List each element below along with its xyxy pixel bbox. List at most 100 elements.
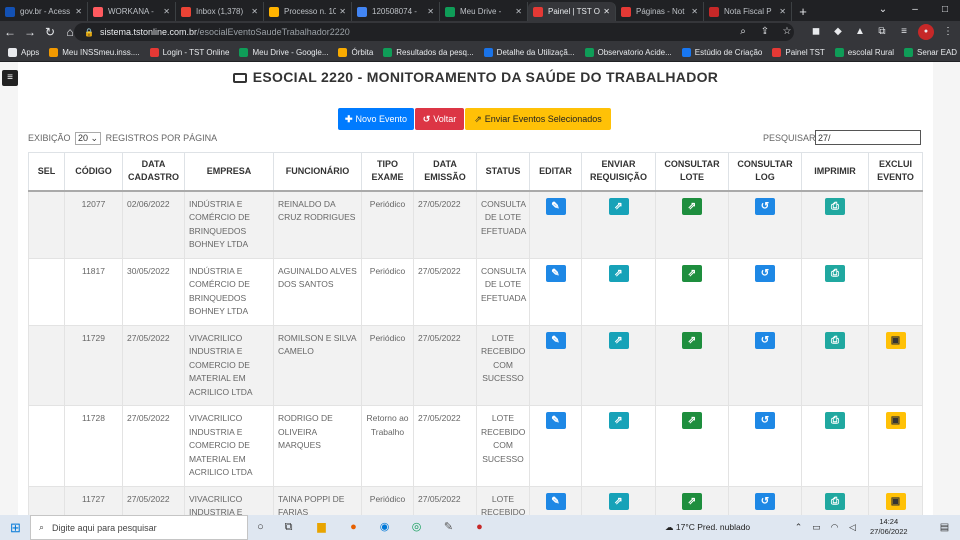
column-header[interactable]: STATUS [476, 152, 530, 192]
column-header[interactable]: EXCLUI EVENTO [868, 152, 923, 192]
url-field[interactable]: 🔒 sistema.tstonline.com.br/esocialEvento… [74, 23, 794, 41]
column-header[interactable]: IMPRIMIR [801, 152, 869, 192]
bookmark-item[interactable]: Observatorio Acide... [584, 47, 672, 57]
consult-lote-button[interactable]: ⇗ [682, 492, 702, 510]
bookmark-item[interactable]: Detalhe da Utilizaçã... [483, 47, 575, 57]
extensions-puzzle-icon[interactable]: ⧉ [874, 24, 890, 40]
send-request-button[interactable]: ⇗ [608, 492, 629, 510]
back-button[interactable]: ↺ Voltar [415, 108, 464, 130]
consult-lote-button[interactable]: ⇗ [682, 412, 702, 429]
tab-search-icon[interactable]: ⌄ [868, 0, 898, 19]
edit-button[interactable]: ✎ [545, 331, 566, 349]
close-tab-icon[interactable]: ✕ [163, 7, 170, 16]
close-tab-icon[interactable]: ✕ [691, 7, 698, 16]
bookmark-item[interactable]: Apps [8, 47, 39, 57]
bookmark-item[interactable]: Meu Drive - Google... [239, 47, 328, 57]
consult-log-button[interactable]: ↺ [755, 331, 775, 349]
wifi-icon[interactable]: ◠ [826, 519, 843, 536]
print-button[interactable]: ⎙ [825, 264, 845, 282]
consult-lote-button[interactable]: ⇗ [682, 264, 702, 282]
browser-tab[interactable]: Meu Drive - ✕ [440, 2, 528, 21]
print-button[interactable]: ⎙ [825, 331, 845, 349]
new-tab-icon[interactable]: + [792, 2, 814, 21]
column-header[interactable]: TIPO EXAME [361, 152, 414, 192]
column-header[interactable]: ENVIAR REQUISIÇÃO [581, 152, 656, 192]
column-header[interactable]: DATA CADASTRO [122, 152, 185, 192]
forward-icon[interactable]: → [20, 25, 40, 39]
print-button[interactable]: ⎙ [825, 492, 845, 510]
consult-log-button[interactable]: ↺ [755, 197, 775, 215]
browser-tab[interactable]: WORKANA - ✕ [88, 2, 176, 21]
menu-kebab-icon[interactable]: ⋮ [940, 24, 956, 40]
send-request-button[interactable]: ⇗ [608, 197, 629, 215]
select-cell[interactable] [28, 257, 65, 326]
extension-icon[interactable]: ◆ [830, 24, 846, 40]
consult-log-button[interactable]: ↺ [755, 412, 775, 429]
zoom-icon[interactable]: ⌕ [735, 24, 751, 40]
print-button[interactable]: ⎙ [825, 197, 845, 215]
column-header[interactable]: SEL [28, 152, 65, 192]
file-explorer-icon[interactable]: ▆ [313, 519, 330, 536]
back-icon[interactable]: ← [0, 25, 20, 39]
bookmark-item[interactable]: escolal Rural [834, 47, 894, 57]
minimize-icon[interactable]: – [900, 0, 930, 19]
media-icon[interactable]: ≡ [896, 24, 912, 40]
consult-log-button[interactable]: ↺ [755, 264, 775, 282]
column-header[interactable]: CONSULTAR LOG [728, 152, 802, 192]
search-input[interactable] [815, 130, 921, 145]
close-tab-icon[interactable]: ✕ [251, 7, 258, 16]
close-tab-icon[interactable]: ✕ [339, 7, 346, 16]
column-header[interactable]: DATA EMISSÃO [413, 152, 477, 192]
app-icon[interactable]: ◉ [376, 519, 393, 536]
close-tab-icon[interactable]: ✕ [427, 7, 434, 16]
send-selected-events-button[interactable]: ⇗ Enviar Eventos Selecionados [465, 108, 611, 130]
send-request-button[interactable]: ⇗ [608, 331, 629, 349]
select-cell[interactable] [28, 485, 65, 515]
chrome-icon[interactable]: ◎ [408, 519, 425, 536]
bookmark-item[interactable]: Estúdio de Criação [681, 47, 762, 57]
extension-icon[interactable]: ▲ [852, 24, 868, 40]
send-request-button[interactable]: ⇗ [608, 412, 629, 429]
browser-tab[interactable]: Nota Fiscal P ✕ [704, 2, 792, 21]
select-cell[interactable] [28, 405, 65, 487]
edit-button[interactable]: ✎ [545, 412, 566, 429]
app-icon[interactable]: ● [471, 519, 488, 536]
weather-widget[interactable]: ☁ 17°C Pred. nublado [665, 515, 750, 540]
close-tab-icon[interactable]: ✕ [515, 7, 522, 16]
hamburger-menu-icon[interactable]: ≡ [2, 70, 18, 86]
browser-tab[interactable]: Páginas - Not ✕ [616, 2, 704, 21]
new-event-button[interactable]: ✚ Novo Evento [338, 108, 414, 130]
edit-button[interactable]: ✎ [545, 264, 566, 282]
bookmark-item[interactable]: Resultados da pesq... [383, 47, 474, 57]
reload-icon[interactable]: ↻ [40, 25, 60, 39]
select-cell[interactable] [28, 324, 65, 406]
column-header[interactable]: CÓDIGO [64, 152, 123, 192]
delete-event-button[interactable]: ▣ [885, 331, 906, 349]
edit-button[interactable]: ✎ [545, 492, 566, 510]
network-icon[interactable]: ▭ [808, 519, 825, 536]
browser-tab[interactable]: 120508074 - ✕ [352, 2, 440, 21]
column-header[interactable]: EMPRESA [184, 152, 274, 192]
delete-event-button[interactable]: ▣ [885, 412, 906, 429]
notifications-icon[interactable]: ▤ [936, 519, 953, 536]
close-tab-icon[interactable]: ✕ [75, 7, 82, 16]
close-tab-icon[interactable]: ✕ [603, 7, 610, 16]
column-header[interactable]: EDITAR [529, 152, 582, 192]
column-header[interactable]: FUNCIONÁRIO [273, 152, 362, 192]
volume-icon[interactable]: ◁ [844, 519, 861, 536]
maximize-icon[interactable]: □ [930, 0, 960, 19]
bookmark-item[interactable]: Meu INSSmeu.inss.... [49, 47, 140, 57]
delete-event-button[interactable]: ▣ [885, 492, 906, 510]
app-icon[interactable]: ✎ [440, 519, 457, 536]
consult-log-button[interactable]: ↺ [755, 492, 775, 510]
task-view-icon[interactable]: ⧉ [280, 519, 297, 536]
clock[interactable]: 14:24 27/06/2022 [870, 517, 908, 537]
page-size-select[interactable]: 20 ⌄ [75, 132, 102, 145]
chevron-up-icon[interactable]: ⌃ [790, 519, 807, 536]
firefox-icon[interactable]: ● [345, 519, 362, 536]
edit-button[interactable]: ✎ [545, 197, 566, 215]
send-request-button[interactable]: ⇗ [608, 264, 629, 282]
bookmark-item[interactable]: Painel TST [772, 47, 825, 57]
browser-tab[interactable]: Inbox (1,378) ✕ [176, 2, 264, 21]
column-header[interactable]: CONSULTAR LOTE [655, 152, 729, 192]
